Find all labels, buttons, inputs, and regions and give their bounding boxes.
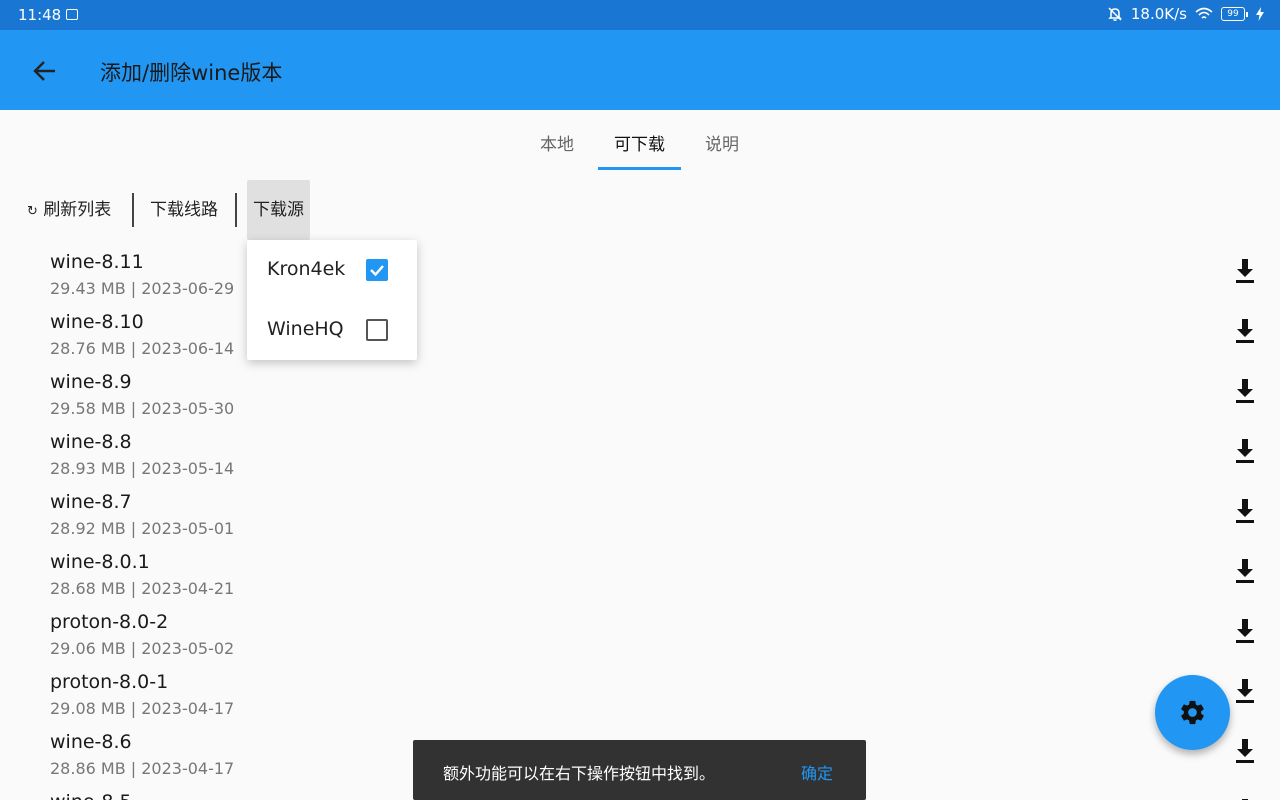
- refresh-icon: ↻: [27, 204, 38, 219]
- source-option-winehq[interactable]: WineHQ: [247, 300, 417, 360]
- gear-icon: [1181, 700, 1204, 725]
- download-route-button[interactable]: 下载线路: [150, 180, 218, 240]
- status-bar: 11:48 18.0K/s 99: [0, 0, 1280, 30]
- download-icon[interactable]: [1234, 499, 1256, 523]
- version-name: wine-8.6: [50, 731, 132, 753]
- source-option-kron4ek[interactable]: Kron4ek: [247, 240, 417, 300]
- list-item: wine-8.8 28.93 MB | 2023-05-14: [0, 425, 1280, 485]
- snackbar: 额外功能可以在右下操作按钮中找到。 确定: [413, 740, 866, 800]
- tab-help[interactable]: 说明: [705, 130, 739, 155]
- version-meta: 29.58 MB | 2023-05-30: [50, 399, 235, 418]
- list-item: wine-8.10 28.76 MB | 2023-06-14: [0, 305, 1280, 365]
- version-meta: 29.08 MB | 2023-04-17: [50, 699, 235, 718]
- version-meta: 28.76 MB | 2023-06-14: [50, 339, 235, 358]
- checkbox-checked-icon[interactable]: [366, 259, 388, 281]
- version-meta: 28.68 MB | 2023-04-21: [50, 579, 235, 598]
- download-source-button[interactable]: 下载源: [247, 180, 310, 240]
- refresh-list-label: 刷新列表: [43, 200, 112, 220]
- status-time: 11:48: [18, 6, 62, 24]
- version-meta: 28.86 MB | 2023-04-17: [50, 759, 235, 778]
- wifi-icon: [1195, 7, 1213, 19]
- battery-icon: 99: [1221, 7, 1248, 21]
- version-name: wine-8.5: [50, 791, 132, 800]
- snackbar-ok-button[interactable]: 确定: [801, 760, 833, 784]
- tab-indicator: [598, 167, 681, 170]
- toolbar-divider: [132, 193, 134, 227]
- version-meta: 29.06 MB | 2023-05-02: [50, 639, 235, 658]
- tab-downloadable[interactable]: 可下载: [614, 130, 665, 155]
- download-icon[interactable]: [1234, 379, 1256, 403]
- sim-icon: [66, 9, 78, 20]
- version-meta: 28.92 MB | 2023-05-01: [50, 519, 235, 538]
- app-bar: 添加/删除wine版本: [0, 30, 1280, 110]
- battery-level: 99: [1221, 7, 1245, 21]
- list-item: wine-8.9 29.58 MB | 2023-05-30: [0, 365, 1280, 425]
- source-option-label: Kron4ek: [267, 258, 346, 280]
- settings-fab[interactable]: [1155, 675, 1230, 750]
- mute-bell-icon: [1108, 7, 1122, 21]
- download-icon[interactable]: [1234, 679, 1256, 703]
- version-name: wine-8.0.1: [50, 551, 150, 573]
- refresh-list-button[interactable]: ↻ 刷新列表: [27, 180, 111, 240]
- back-arrow-icon[interactable]: [30, 56, 60, 86]
- list-item: proton-8.0-2 29.06 MB | 2023-05-02: [0, 605, 1280, 665]
- version-name: proton-8.0-1: [50, 671, 169, 693]
- download-icon[interactable]: [1234, 619, 1256, 643]
- snackbar-message: 额外功能可以在右下操作按钮中找到。: [443, 764, 716, 783]
- page-title: 添加/删除wine版本: [100, 61, 283, 85]
- list-item: wine-8.7 28.92 MB | 2023-05-01: [0, 485, 1280, 545]
- download-icon[interactable]: [1234, 739, 1256, 763]
- version-name: wine-8.11: [50, 251, 144, 273]
- toolbar-divider: [235, 193, 237, 227]
- version-name: wine-8.10: [50, 311, 144, 333]
- list-item: wine-8.11 29.43 MB | 2023-06-29: [0, 245, 1280, 305]
- network-speed: 18.0K/s: [1130, 5, 1187, 23]
- checkbox-unchecked-icon[interactable]: [366, 319, 388, 341]
- tab-local[interactable]: 本地: [540, 130, 574, 155]
- download-icon[interactable]: [1234, 439, 1256, 463]
- download-source-menu: Kron4ek WineHQ: [247, 240, 417, 360]
- toolbar: ↻ 刷新列表 下载线路 下载源: [0, 180, 400, 240]
- download-icon[interactable]: [1234, 559, 1256, 583]
- source-option-label: WineHQ: [267, 318, 344, 340]
- version-meta: 28.93 MB | 2023-05-14: [50, 459, 235, 478]
- version-name: wine-8.8: [50, 431, 132, 453]
- version-name: proton-8.0-2: [50, 611, 169, 633]
- download-icon[interactable]: [1234, 319, 1256, 343]
- charging-icon: [1256, 7, 1264, 21]
- list-item: proton-8.0-1 29.08 MB | 2023-04-17: [0, 665, 1280, 725]
- version-meta: 29.43 MB | 2023-06-29: [50, 279, 235, 298]
- version-name: wine-8.7: [50, 491, 132, 513]
- list-item: wine-8.0.1 28.68 MB | 2023-04-21: [0, 545, 1280, 605]
- download-icon[interactable]: [1234, 259, 1256, 283]
- version-name: wine-8.9: [50, 371, 132, 393]
- tab-bar: 本地 可下载 说明: [0, 110, 1280, 170]
